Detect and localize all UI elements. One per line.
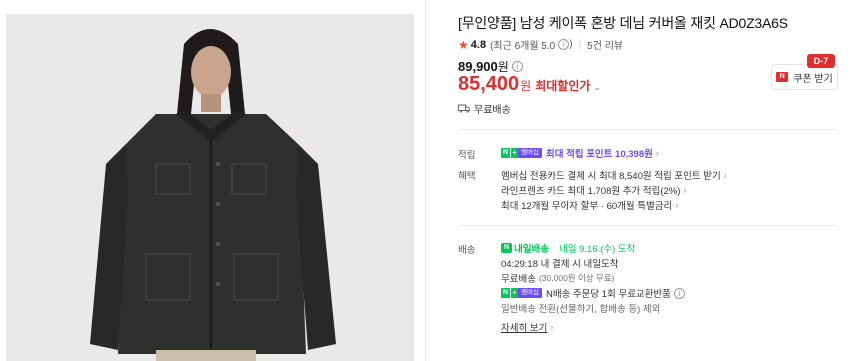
nextday-row: N 내일배송 내일 9.16.(수) 도착 — [501, 241, 635, 255]
benefits-label: 혜택 — [458, 171, 476, 182]
details-link[interactable]: 자세히 보기 — [501, 320, 547, 334]
max-discount-label: 최대할인가 — [535, 79, 591, 93]
points-label: 적립 — [458, 150, 476, 161]
review-count-link[interactable]: 5건 리뷰 — [587, 37, 623, 52]
rating-score: 4.8 — [470, 38, 487, 51]
benefit-item[interactable]: 최대 12개월 무이자 할부 · 60개월 특별금리 › — [501, 198, 678, 212]
coupon-label: 쿠폰 받기 — [793, 73, 833, 85]
nreturn-text: N배송 주문당 1회 무료교환반품 — [545, 289, 671, 300]
free-shipping-condition: (30,000원 이상 무료) — [538, 273, 615, 283]
shipping-label: 무료배송 — [474, 105, 511, 116]
arrival-date: 내일 9.16.(수) 도착 — [558, 244, 636, 255]
section-divider — [458, 225, 838, 226]
free-shipping-label: 무료배송 — [501, 274, 536, 285]
nreturn-row: N + 멤버십 N배송 주문당 1회 무료교환반품 i — [501, 286, 685, 300]
price-info-icon[interactable]: i — [511, 61, 523, 72]
exclusion-text: 일반배송 전환(선물하기, 합배송 등) 제외 — [501, 304, 661, 315]
benefit-text: 최대 12개월 무이자 할부 · 60개월 특별금리 — [501, 201, 673, 212]
benefit-text: 라인프렌즈 카드 최대 1,708원 추가 적립(2%) — [501, 186, 681, 197]
chevron-right-icon: › — [655, 148, 659, 158]
free-shipping-row: 무료배송 (30,000원 이상 무료) — [501, 271, 614, 285]
delivery-label: 배송 — [458, 245, 476, 256]
vertical-divider — [425, 0, 426, 361]
star-icon: ★ — [458, 37, 469, 52]
points-row[interactable]: N + 멤버십 최대 적립 포인트 10,398원 › — [501, 146, 659, 160]
sale-price-row[interactable]: 85,400 원 최대할인가 ⌄ — [458, 73, 601, 96]
dday-badge: D-7 — [807, 54, 835, 68]
sale-price-value: 85,400 — [458, 73, 520, 95]
max-points-text: 최대 적립 포인트 10,398원 — [545, 149, 653, 160]
benefit-item[interactable]: 라인프렌즈 카드 최대 1,708원 추가 적립(2%) › — [501, 183, 686, 197]
coupon-icon: N — [776, 72, 789, 82]
naver-membership-badge: N + 멤버십 — [501, 148, 542, 158]
rating-row: ★ 4.8 (최근 6개월 5.0 i ) | 5건 리뷰 — [458, 37, 623, 53]
rating-detail-close: ) — [569, 39, 573, 50]
nextday-icon: N — [501, 243, 512, 253]
info-icon[interactable]: i — [558, 39, 570, 50]
cutoff-text: 04:29:18 내 결제 시 내일도착 — [501, 259, 619, 270]
chevron-right-icon: › — [675, 200, 679, 210]
benefit-item[interactable]: 멤버십 전용카드 결제 시 최대 8,540원 적립 포인트 받기 › — [501, 168, 727, 182]
details-link-row[interactable]: 자세히 보기 › — [501, 320, 553, 334]
model-wearing-jacket-illustration — [6, 14, 414, 361]
truck-icon — [458, 104, 470, 113]
nextday-label: 내일배송 — [514, 244, 549, 255]
product-title: [무인양품] 남성 케이폭 혼방 데님 커버올 재킷 AD0Z3A6S — [458, 15, 788, 31]
chevron-right-icon: › — [723, 170, 727, 180]
separator: | — [578, 39, 582, 50]
naver-membership-badge: N + 멤버십 — [501, 288, 542, 298]
section-divider — [458, 129, 838, 130]
sale-price-unit: 원 — [520, 79, 532, 93]
chevron-right-icon: › — [683, 185, 687, 195]
chevron-down-icon[interactable]: ⌄ — [593, 82, 601, 93]
product-image[interactable] — [6, 14, 414, 361]
info-icon[interactable]: i — [673, 287, 685, 299]
rating-detail: (최근 6개월 5.0 — [490, 41, 556, 52]
nextday-delivery: N 내일배송 — [501, 241, 549, 255]
shipping-info: 무료배송 — [458, 101, 511, 116]
original-price-value: 89,900 — [458, 59, 498, 74]
benefit-text: 멤버십 전용카드 결제 시 최대 8,540원 적립 포인트 받기 — [501, 171, 721, 182]
chevron-right-icon: › — [550, 322, 554, 332]
